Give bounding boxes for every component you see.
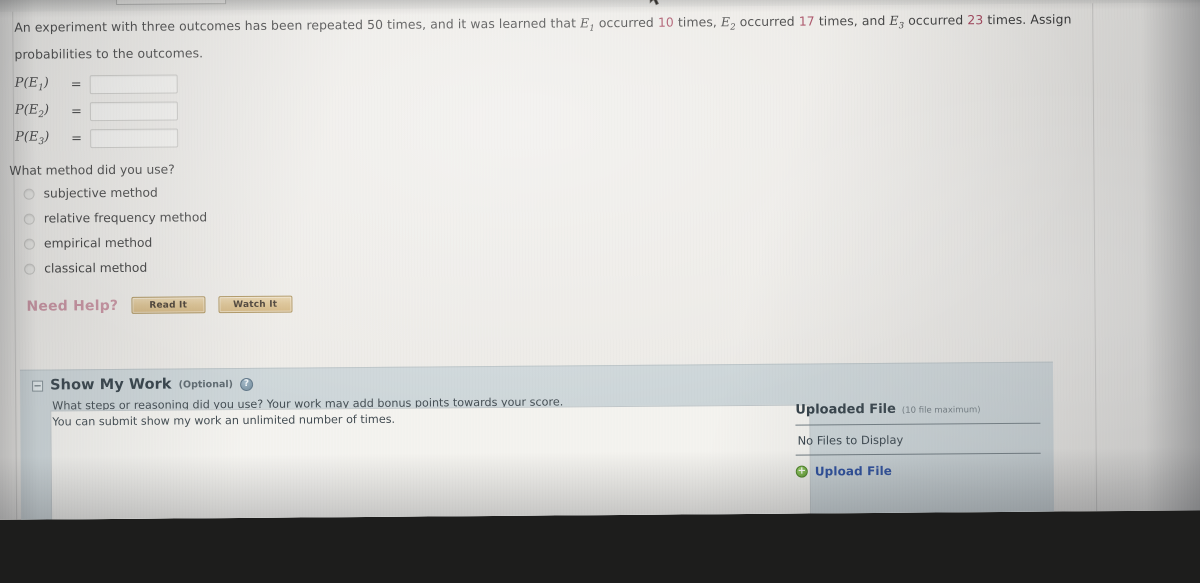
radio-option-label: subjective method (43, 185, 158, 201)
probability-row-3: P(E3) = (15, 126, 179, 149)
radio-option-empirical-method[interactable]: empirical method (23, 235, 153, 251)
question-part: times, and (818, 12, 886, 29)
question-part: occurred (598, 14, 654, 31)
show-my-work-description-line-2: You can submit show my work an unlimited… (52, 412, 396, 429)
upload-file-action[interactable]: + Upload File (795, 454, 1041, 479)
content-column-rule-right (1092, 3, 1098, 512)
radio-option-label: empirical method (43, 235, 153, 251)
mouse-cursor-icon (649, 0, 662, 6)
uploaded-file-title: Uploaded File (795, 401, 896, 418)
question-part: occurred (739, 13, 795, 30)
uploaded-file-section: Uploaded File (10 file maximum) No Files… (795, 400, 1041, 479)
question-text: An experiment with three outcomes has be… (14, 8, 1084, 65)
uploaded-file-header: Uploaded File (10 file maximum) (795, 400, 1041, 426)
probability-label-2: P(E2) (14, 102, 50, 121)
question-part: times, (677, 14, 717, 30)
probability-label-3: P(E3) (15, 129, 50, 148)
radio-option-subjective-method[interactable]: subjective method (23, 185, 158, 201)
equals-sign: = (70, 76, 82, 92)
upload-file-link[interactable]: Upload File (815, 464, 892, 479)
method-question-prompt: What method did you use? (9, 162, 175, 178)
event-symbol-2: E2 (720, 14, 736, 33)
radio-button-icon[interactable] (23, 213, 35, 225)
collapse-toggle-icon[interactable]: − (32, 379, 44, 393)
plus-circle-icon: + (795, 465, 808, 478)
browser-tab[interactable] (115, 0, 227, 5)
need-help-section: Need Help? Read It Watch It (26, 295, 293, 315)
question-part: to the outcomes. (96, 45, 204, 62)
show-my-work-optional-label: (Optional) (178, 378, 234, 390)
probability-row-1: P(E1) = (15, 72, 178, 95)
radio-button-icon[interactable] (23, 238, 36, 250)
count-e3: 23 (967, 12, 984, 28)
radio-option-classical-method[interactable]: classical method (24, 261, 147, 276)
show-my-work-panel: − Show My Work (Optional) ? What steps o… (19, 361, 1055, 520)
uploaded-file-empty-state: No Files to Display (795, 423, 1041, 456)
event-symbol-1: E1 (580, 15, 595, 34)
equals-sign: = (70, 103, 82, 119)
question-part: An experiment with three outcomes has be… (14, 17, 364, 35)
trial-count: 50 (367, 16, 384, 33)
equals-sign: = (71, 130, 83, 146)
radio-button-icon[interactable] (23, 188, 35, 200)
read-it-button[interactable]: Read It (131, 296, 206, 314)
radio-button-icon[interactable] (24, 263, 36, 275)
question-part: times, and it was learned that (387, 15, 577, 32)
show-my-work-title: Show My Work (50, 376, 172, 394)
probability-row-2: P(E2) = (15, 99, 178, 122)
uploaded-file-max-note: (10 file maximum) (901, 405, 981, 416)
radio-option-relative-frequency-method[interactable]: relative frequency method (23, 210, 208, 226)
show-my-work-header[interactable]: − Show My Work (Optional) ? (32, 376, 254, 394)
probability-label-1: P(E1) (14, 75, 49, 94)
monitor-screen: An experiment with three outcomes has be… (0, 0, 1200, 520)
radio-option-label: classical method (44, 260, 148, 276)
help-question-icon[interactable]: ? (239, 377, 254, 391)
question-part: occurred (908, 12, 964, 28)
probability-input-2[interactable] (89, 100, 178, 121)
page-canvas: An experiment with three outcomes has be… (0, 2, 1200, 520)
count-e1: 10 (657, 14, 674, 30)
probability-input-1[interactable] (89, 73, 178, 94)
need-help-label: Need Help? (26, 297, 119, 315)
probability-input-3[interactable] (89, 127, 179, 148)
screen-photo: An experiment with three outcomes has be… (0, 0, 1200, 583)
watch-it-button[interactable]: Watch It (218, 295, 293, 314)
event-symbol-3: E3 (889, 12, 905, 32)
count-e2: 17 (798, 13, 815, 29)
radio-option-label: relative frequency method (43, 210, 208, 226)
